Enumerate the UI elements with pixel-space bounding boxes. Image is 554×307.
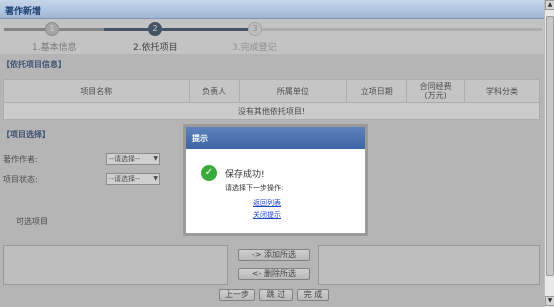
vertical-scrollbar[interactable]: ▲ ▼ — [544, 0, 554, 307]
scroll-up-arrow-icon[interactable]: ▲ — [545, 0, 554, 10]
close-prompt-link[interactable]: 关闭提示 — [253, 210, 281, 220]
success-dialog: 提示 ✓ 保存成功! 请选择下一步操作: 返回列表 关闭提示 — [183, 124, 368, 236]
dialog-body: 提示 ✓ 保存成功! 请选择下一步操作: 返回列表 关闭提示 — [186, 127, 365, 233]
scrollbar-thumb[interactable] — [546, 16, 554, 276]
window-titlebar: 著作新增 — [0, 0, 544, 19]
return-to-list-link[interactable]: 返回列表 — [253, 198, 281, 208]
dialog-title: 提示 — [186, 127, 365, 149]
dialog-message: 保存成功! — [225, 170, 265, 180]
scroll-down-arrow-icon[interactable]: ▼ — [545, 296, 554, 306]
window-title: 著作新增 — [5, 7, 42, 17]
dialog-subtext: 请选择下一步操作: — [225, 184, 284, 192]
check-success-icon: ✓ — [201, 165, 217, 181]
